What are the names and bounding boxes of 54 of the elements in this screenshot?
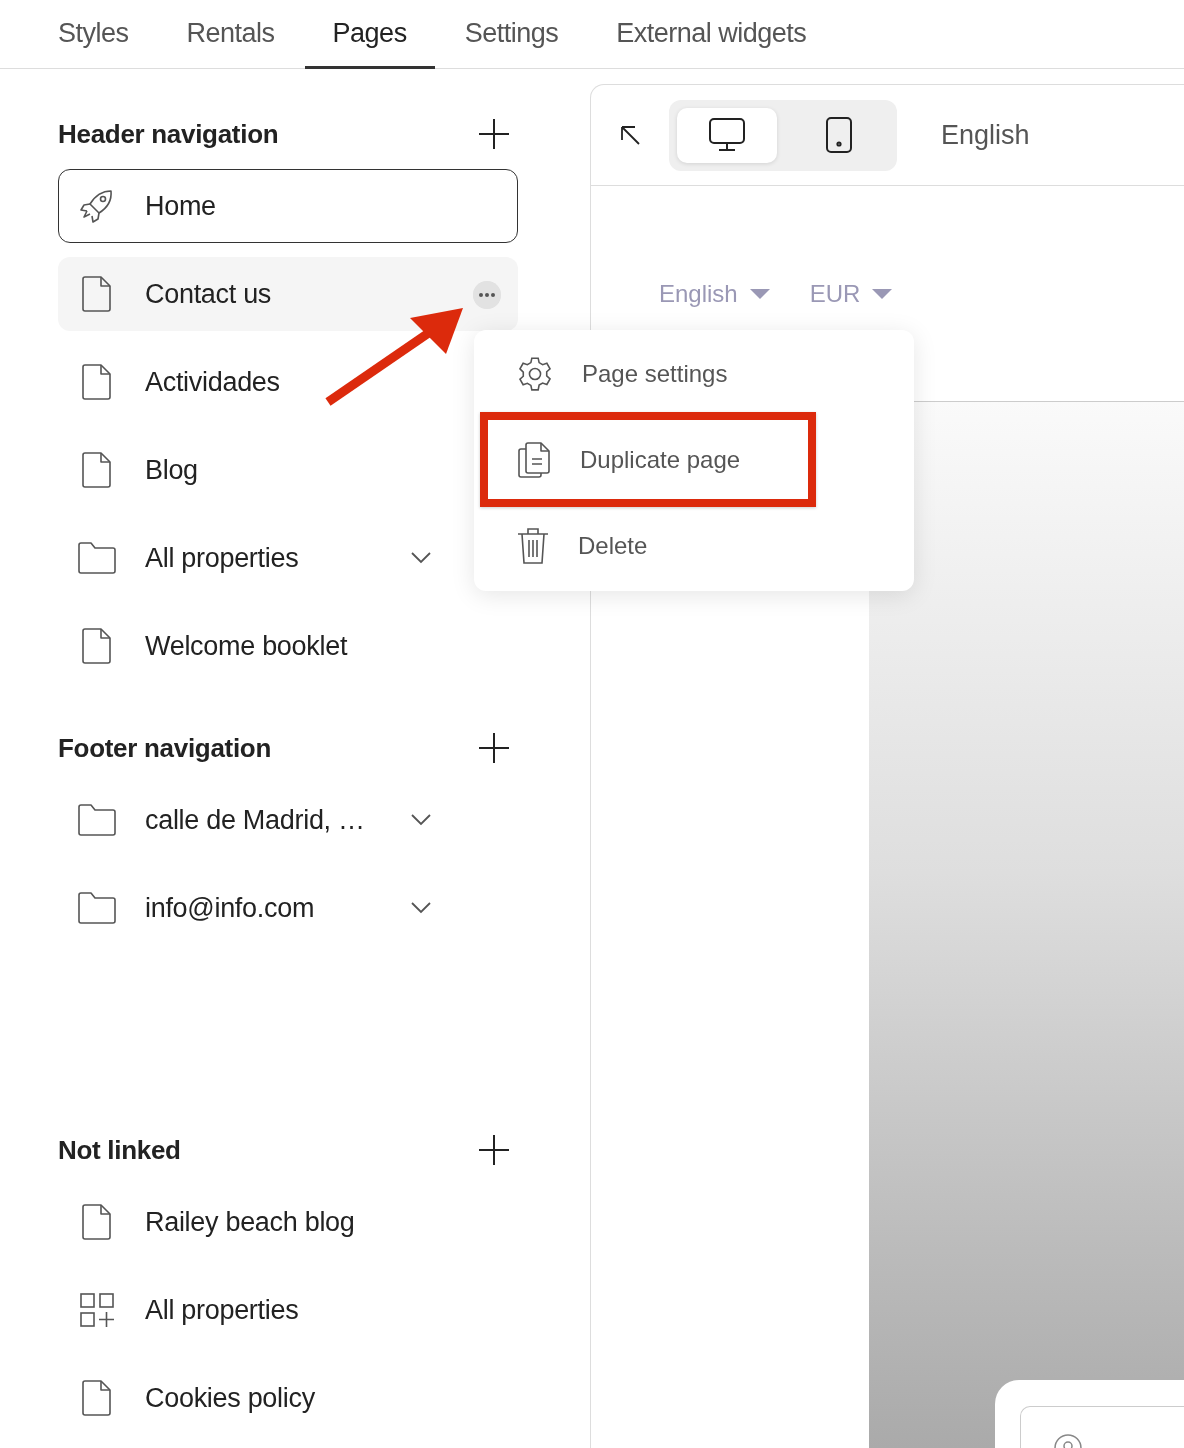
folder-icon xyxy=(77,540,117,576)
nav-item[interactable]: Welcome booklet xyxy=(58,609,518,683)
mobile-icon xyxy=(825,116,853,154)
nav-item-label: All properties xyxy=(145,542,299,574)
nav-item-label: Welcome booklet xyxy=(145,630,348,662)
trash-icon xyxy=(516,526,550,565)
section-title: Header navigation xyxy=(58,118,279,150)
caret-icon xyxy=(749,288,770,299)
menu-item[interactable]: Duplicate page xyxy=(480,412,816,507)
nav-item[interactable]: Cookies policy xyxy=(58,1361,518,1435)
nav-item-label: Actividades xyxy=(145,366,280,398)
nav-item-label: Railey beach blog xyxy=(145,1206,355,1238)
tab[interactable]: Pages xyxy=(304,0,435,69)
nav-item-label: Contact us xyxy=(145,278,272,310)
grid-plus-icon xyxy=(79,1292,115,1328)
caret-icon xyxy=(872,288,893,299)
tab[interactable]: Rentals xyxy=(158,0,303,69)
add-icon[interactable] xyxy=(478,732,510,764)
nav-item[interactable]: Contact us xyxy=(58,257,518,331)
device-button[interactable] xyxy=(677,107,777,163)
folder-icon xyxy=(77,890,117,926)
nav-item-label: Blog xyxy=(145,454,198,486)
nav-item[interactable]: calle de Madrid, … xyxy=(58,783,518,857)
chevron-down-icon[interactable] xyxy=(411,552,431,564)
chevron-down-icon[interactable] xyxy=(411,902,431,914)
nav-item-label: calle de Madrid, … xyxy=(145,804,365,836)
page-icon xyxy=(81,1379,113,1417)
nav-item[interactable]: All properties xyxy=(58,1273,518,1347)
language-label: English xyxy=(941,119,1030,151)
nav-item[interactable]: Railey beach blog xyxy=(58,1185,518,1259)
page-icon xyxy=(81,451,113,489)
page-icon xyxy=(81,363,113,401)
desktop-icon xyxy=(708,117,746,153)
tab[interactable]: Settings xyxy=(436,0,587,69)
tab[interactable]: External widgets xyxy=(588,0,835,69)
nav-item-label: Home xyxy=(145,190,216,222)
page-icon xyxy=(81,275,113,313)
settings-icon xyxy=(516,354,554,393)
add-icon[interactable] xyxy=(478,118,510,150)
add-icon[interactable] xyxy=(478,1134,510,1166)
tab[interactable]: Styles xyxy=(30,0,157,69)
nav-item[interactable]: info@info.com xyxy=(58,871,518,945)
chevron-down-icon[interactable] xyxy=(411,814,431,826)
nav-item-label: info@info.com xyxy=(145,892,315,924)
page-icon xyxy=(81,1203,113,1241)
section-title: Footer navigation xyxy=(58,732,272,764)
page-icon xyxy=(81,627,113,665)
nav-item[interactable]: Home xyxy=(58,169,518,243)
folder-icon xyxy=(77,802,117,838)
section-title: Not linked xyxy=(58,1134,181,1166)
nav-item-label: All properties xyxy=(145,1294,299,1326)
duplicate-icon xyxy=(516,440,552,479)
collapse-icon[interactable] xyxy=(619,124,641,146)
nav-item-label: Cookies policy xyxy=(145,1382,315,1414)
